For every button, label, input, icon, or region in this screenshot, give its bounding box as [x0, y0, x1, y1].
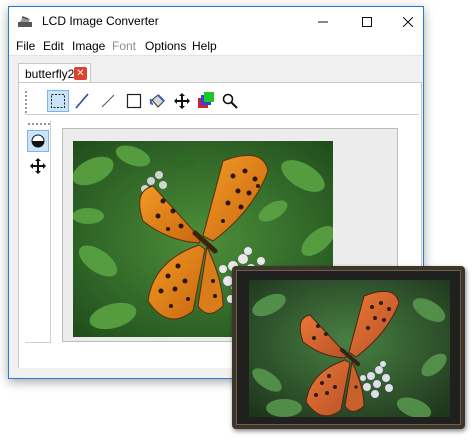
line-thin-tool[interactable] [97, 90, 119, 112]
rectangle-icon [126, 93, 142, 109]
select-rect-icon [51, 94, 65, 108]
minimize-button[interactable] [304, 7, 342, 36]
menu-image[interactable]: Image [72, 39, 105, 53]
close-icon [403, 16, 413, 27]
color-layers-tool[interactable] [195, 90, 217, 112]
lcd-display-photo [232, 266, 465, 429]
zoom-icon [222, 93, 238, 109]
move-tool[interactable] [171, 90, 193, 112]
move-icon [30, 158, 46, 174]
app-icon [18, 16, 32, 27]
menu-edit[interactable]: Edit [43, 39, 64, 53]
tool-options-sidebar [25, 121, 51, 343]
minimize-icon [318, 21, 328, 22]
tab-close-icon[interactable]: ✕ [74, 67, 87, 80]
rectangle-tool[interactable] [123, 90, 145, 112]
side-move-tool[interactable] [27, 155, 49, 177]
pen-size-tool[interactable] [27, 130, 49, 152]
color-layers-icon [198, 92, 214, 108]
line-tool[interactable] [71, 90, 93, 112]
drawing-toolbar [25, 89, 419, 115]
sidebar-grip[interactable] [28, 123, 50, 125]
title-bar[interactable]: LCD Image Converter [9, 7, 423, 36]
select-rect-tool[interactable] [47, 90, 69, 112]
menu-font: Font [112, 39, 137, 53]
move-icon [174, 93, 190, 109]
tab-label: butterfly2 [25, 67, 75, 81]
maximize-icon [362, 16, 372, 27]
fill-bucket-icon [149, 94, 165, 108]
menu-options[interactable]: Options [145, 39, 186, 53]
menu-file[interactable]: File [16, 39, 35, 53]
tab-butterfly2[interactable]: butterfly2 ✕ [18, 63, 91, 83]
menu-help[interactable]: Help [192, 39, 217, 53]
window-title: LCD Image Converter [42, 14, 159, 28]
pen-icon [31, 134, 45, 148]
line-icon [75, 93, 89, 109]
lcd-screen [249, 280, 450, 417]
close-button[interactable] [389, 7, 427, 36]
fill-tool[interactable] [147, 90, 169, 112]
line-thin-icon [101, 94, 115, 108]
menu-bar: File Edit Image Font Options Help [9, 36, 423, 56]
maximize-button[interactable] [348, 7, 386, 36]
lcd-bezel [236, 270, 461, 425]
toolbar-grip[interactable] [25, 91, 27, 113]
zoom-tool[interactable] [219, 90, 241, 112]
